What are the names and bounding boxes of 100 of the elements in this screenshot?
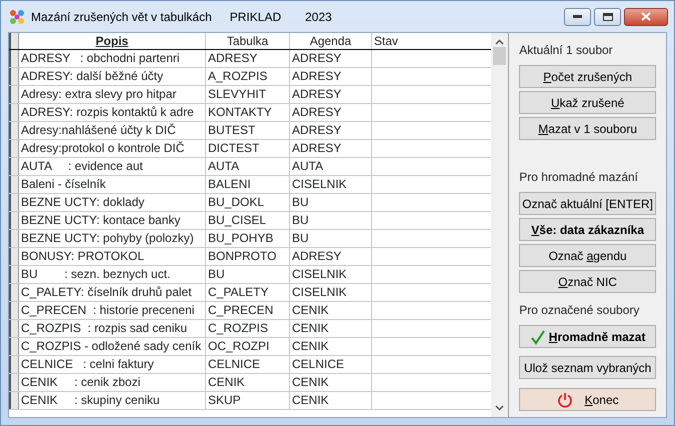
action-button[interactable]: Počet zrušených <box>519 65 656 88</box>
table-cell: C_PALETY: číselník druhů palet <box>19 284 206 301</box>
action-button[interactable]: Hromadně mazat <box>519 325 656 348</box>
table-cell: Adresy:nahlášené účty k DIČ <box>19 122 206 139</box>
table-cell: ADRESY <box>206 50 290 67</box>
close-button[interactable] <box>624 8 668 26</box>
table-cell: Adresy: extra slevy pro hitpar <box>19 86 206 103</box>
table-cell: ADRESY: rozpis kontaktů k adre <box>19 104 206 121</box>
table-cell: BU <box>206 266 290 283</box>
row-selector[interactable] <box>9 356 19 373</box>
action-button[interactable]: Ukaž zrušené <box>519 91 656 114</box>
table-cell: BU <box>290 194 372 211</box>
table-cell: BU <box>290 230 372 247</box>
table-cell: AUTA : evidence aut <box>19 158 206 175</box>
row-selector[interactable] <box>9 374 19 391</box>
row-selector[interactable] <box>9 320 19 337</box>
table-cell: BU <box>290 212 372 229</box>
table-cell: BONUSY: PROTOKOL <box>19 248 206 265</box>
section-heading: Aktuální 1 soubor <box>519 42 614 59</box>
row-selector[interactable] <box>9 302 19 319</box>
row-selector[interactable] <box>9 194 19 211</box>
action-button[interactable]: Označ agendu <box>519 244 656 267</box>
table-cell: CENIK : cenik zbozi <box>19 374 206 391</box>
table-cell: ADRESY <box>290 248 372 265</box>
table-cell: BU_CISEL <box>206 212 290 229</box>
action-button[interactable]: Mazat v 1 souboru <box>519 117 656 140</box>
scroll-up-icon[interactable] <box>495 39 504 45</box>
window-title: Mazání zrušených vět v tabulkách <box>31 8 212 26</box>
row-selector[interactable] <box>9 50 19 67</box>
table-cell: C_ROZPIS : rozpis sad ceniku <box>19 320 206 337</box>
row-selector[interactable] <box>9 158 19 175</box>
action-button[interactable]: Vše: data zákazníka <box>519 218 656 241</box>
minimize-button[interactable] <box>564 8 591 26</box>
table-cell: BONPROTO <box>206 248 290 265</box>
table-cell: ADRESY : obchodni partenri <box>19 50 206 67</box>
row-selector[interactable] <box>9 176 19 193</box>
table-cell: BEZNE UCTY: kontace banky <box>19 212 206 229</box>
year-label: 2023 <box>305 8 332 26</box>
table-cell: CISELNIK <box>290 266 372 283</box>
table-cell: KONTAKTY <box>206 104 290 121</box>
row-selector[interactable] <box>9 68 19 85</box>
table-cell: AUTA <box>206 158 290 175</box>
action-button[interactable]: Označ NIC <box>519 270 656 293</box>
action-button[interactable]: Konec <box>519 388 656 411</box>
table-cell: BU_POHYB <box>206 230 290 247</box>
close-icon <box>641 12 651 21</box>
table-cell: C_PRECEN : historie preceneni <box>19 302 206 319</box>
action-button[interactable]: Ulož seznam vybraných <box>519 356 656 379</box>
table-cell: CENIK <box>206 374 290 391</box>
table-cell: BALENI <box>206 176 290 193</box>
row-selector[interactable] <box>9 266 19 283</box>
action-button[interactable]: Označ aktuální [ENTER] <box>519 192 656 215</box>
table-cell: CISELNIK <box>290 284 372 301</box>
table-cell: CENIK <box>290 338 372 355</box>
row-selector[interactable] <box>9 122 19 139</box>
scroll-down-icon[interactable] <box>495 405 504 411</box>
table-cell: CENIK <box>290 374 372 391</box>
scroll-thumb[interactable] <box>493 47 506 65</box>
scrollbar[interactable] <box>491 33 508 417</box>
row-selector[interactable] <box>9 86 19 103</box>
table-cell: CENIK <box>290 392 372 409</box>
table-cell: ADRESY <box>290 68 372 85</box>
table-cell: C_PALETY <box>206 284 290 301</box>
table-cell: C_PRECEN <box>206 302 290 319</box>
table-cell: BU_DOKL <box>206 194 290 211</box>
table-cell: Adresy:protokol o kontrole DIČ <box>19 140 206 157</box>
maximize-icon <box>602 12 612 20</box>
section-heading: Pro hromadné mazání <box>519 169 640 186</box>
row-selector[interactable] <box>9 338 19 355</box>
table-cell: C_ROZPIS <box>206 320 290 337</box>
maximize-button[interactable] <box>594 8 621 26</box>
table-cell: CISELNIK <box>290 176 372 193</box>
row-selector[interactable] <box>9 230 19 247</box>
row-selector[interactable] <box>9 392 19 409</box>
row-selector[interactable] <box>9 212 19 229</box>
row-selector[interactable] <box>9 248 19 265</box>
row-selector[interactable] <box>9 104 19 121</box>
column-header[interactable]: Tabulka <box>206 33 290 49</box>
app-icon <box>9 8 25 24</box>
column-header[interactable]: Agenda <box>290 33 372 49</box>
row-selector[interactable] <box>9 140 19 157</box>
table-cell: ADRESY <box>290 86 372 103</box>
table-cell: CELNICE : celni faktury <box>19 356 206 373</box>
table-cell: OC_ROZPI <box>206 338 290 355</box>
table-cell: BUTEST <box>206 122 290 139</box>
table-cell: ADRESY: další běžné účty <box>19 68 206 85</box>
minimize-icon <box>573 15 582 18</box>
table-cell: CENIK <box>290 302 372 319</box>
table-cell: C_ROZPIS - odložené sady ceník <box>19 338 206 355</box>
table-cell: BU : sezn. beznych uct. <box>19 266 206 283</box>
column-header[interactable]: Stav <box>372 33 492 49</box>
table-cell: AUTA <box>290 158 372 175</box>
table-cell: ADRESY <box>290 104 372 121</box>
table-cell: Baleni - číselník <box>19 176 206 193</box>
table-cell: SKUP <box>206 392 290 409</box>
table-cell: BEZNE UCTY: doklady <box>19 194 206 211</box>
table-cell: A_ROZPIS <box>206 68 290 85</box>
column-header[interactable]: Popis <box>19 33 206 49</box>
row-selector[interactable] <box>9 284 19 301</box>
table-cell: ADRESY <box>290 50 372 67</box>
